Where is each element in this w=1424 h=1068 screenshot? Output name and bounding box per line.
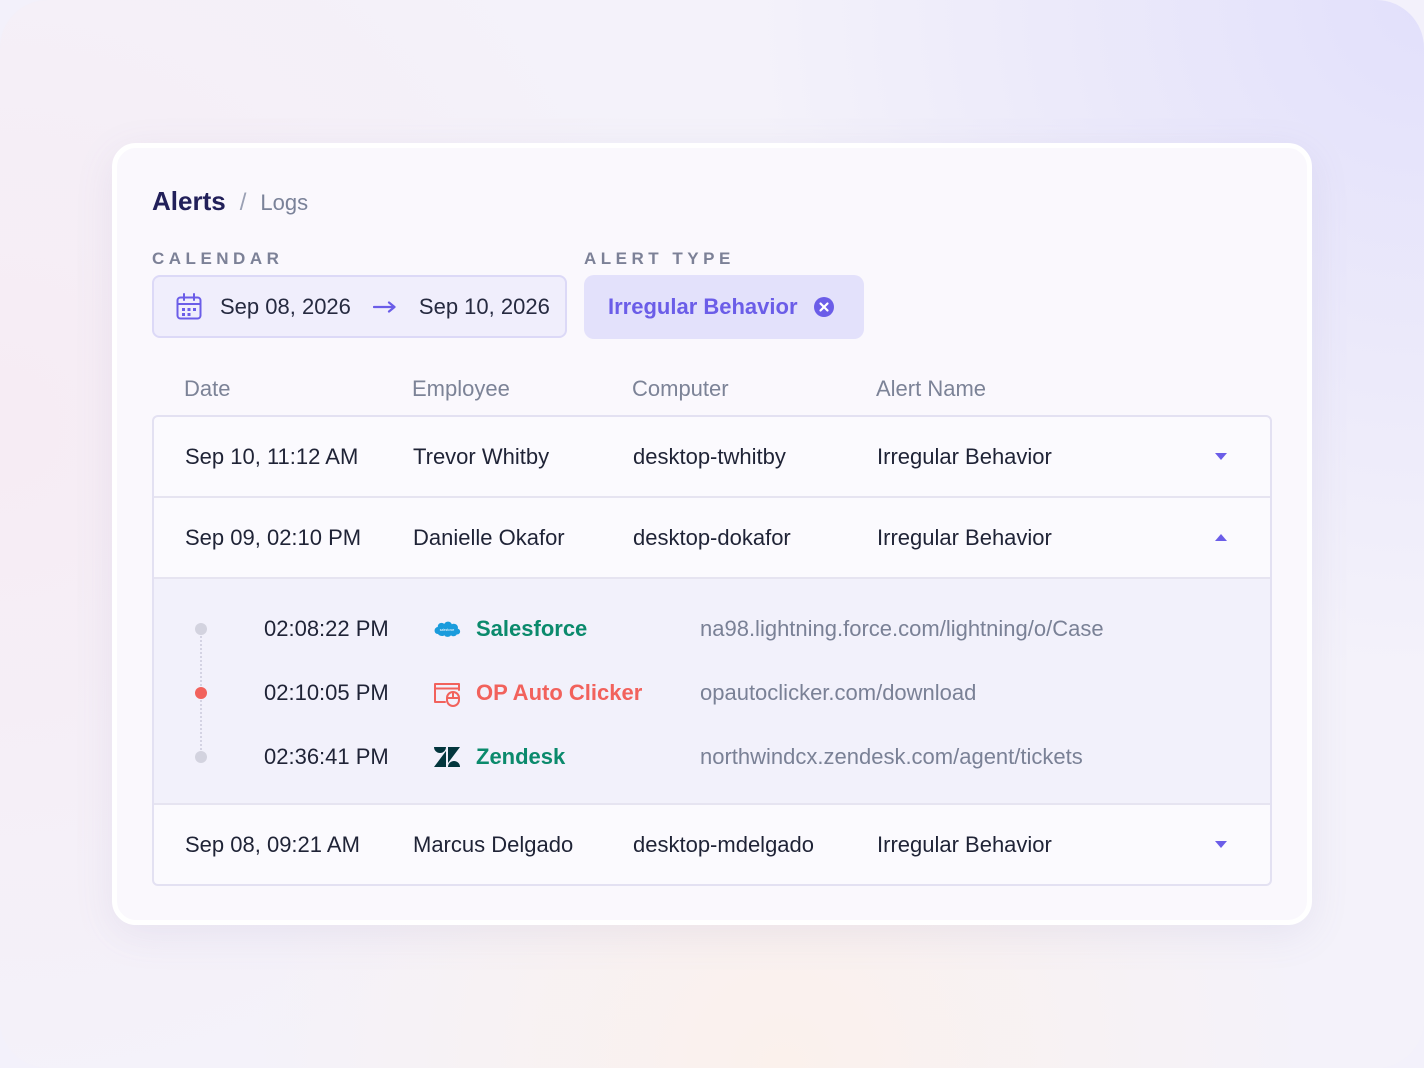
breadcrumb-logs: Logs [260,190,309,215]
chevron-up-icon[interactable] [1214,533,1228,542]
breadcrumb: Alerts / Logs [152,186,308,217]
zendesk-icon [434,747,460,767]
alerts-table: Sep 10, 11:12 AM Trevor Whitby desktop-t… [152,415,1272,886]
column-header-computer[interactable]: Computer [632,376,729,402]
column-header-employee[interactable]: Employee [412,376,510,402]
activity-url[interactable]: na98.lightning.force.com/lightning/o/Cas… [700,612,1104,646]
breadcrumb-alerts[interactable]: Alerts [152,186,226,217]
table-row[interactable]: Sep 10, 11:12 AM Trevor Whitby desktop-t… [154,417,1270,498]
row-alert-name: Irregular Behavior [877,832,1052,857]
chevron-down-icon[interactable] [1214,840,1228,849]
auto-clicker-icon [434,683,460,707]
salesforce-icon: salesforce [434,621,461,637]
row-date: Sep 09, 02:10 PM [185,525,362,550]
timeline-dot [195,687,207,699]
alerts-logs-card: Alerts / Logs CALENDAR ALERT TYPE Sep 08… [112,143,1312,925]
activity-app: OP Auto Clicker [476,680,643,705]
row-details-panel: 02:08:22 PM salesforce Salesforce na98.l… [154,579,1270,805]
row-computer: desktop-mdelgado [633,832,815,857]
date-from[interactable]: Sep 08, 2026 [220,294,351,320]
svg-text:salesforce: salesforce [440,628,455,632]
background: Alerts / Logs CALENDAR ALERT TYPE Sep 08… [0,0,1424,1068]
row-date: Sep 10, 11:12 AM [185,444,359,469]
row-computer: desktop-twhitby [633,444,786,469]
column-header-date[interactable]: Date [184,376,230,402]
breadcrumb-separator: / [239,189,247,216]
alert-type-chip[interactable]: Irregular Behavior [584,275,864,339]
activity-time: 02:10:05 PM [264,680,389,705]
activity-app: Salesforce [476,616,588,641]
row-employee: Trevor Whitby [413,444,550,469]
calendar-icon [176,292,202,319]
row-alert-name: Irregular Behavior [877,444,1052,469]
activity-time: 02:36:41 PM [264,744,389,769]
row-date: Sep 08, 09:21 AM [185,832,360,857]
activity-item: 02:08:22 PM salesforce Salesforce na98.l… [154,612,1270,646]
row-computer: desktop-dokafor [633,525,791,550]
date-range-picker[interactable]: Sep 08, 2026 Sep 10, 2026 [152,275,567,338]
activity-time: 02:08:22 PM [264,616,389,641]
row-employee: Marcus Delgado [413,832,574,857]
arrow-right-icon [372,300,396,313]
activity-app: Zendesk [476,744,566,769]
timeline-dot [195,751,207,763]
clear-icon[interactable] [813,297,834,317]
row-alert-name: Irregular Behavior [877,525,1052,550]
calendar-label: CALENDAR [152,249,284,268]
activity-url[interactable]: opautoclicker.com/download [700,676,976,710]
row-employee: Danielle Okafor [413,525,565,550]
alert-type-label: ALERT TYPE [584,249,735,268]
table-row[interactable]: Sep 08, 09:21 AM Marcus Delgado desktop-… [154,805,1270,884]
date-to[interactable]: Sep 10, 2026 [419,294,550,320]
timeline-dot [195,623,207,635]
activity-item: 02:10:05 PM OP Auto Clicker opautoclicke… [154,676,1270,710]
activity-item: 02:36:41 PM Zendesk northwindcx.zendesk.… [154,740,1270,774]
column-header-alert-name[interactable]: Alert Name [876,376,986,402]
activity-url[interactable]: northwindcx.zendesk.com/agent/tickets [700,740,1083,774]
alert-type-value: Irregular Behavior [608,294,798,319]
table-row[interactable]: Sep 09, 02:10 PM Danielle Okafor desktop… [154,498,1270,579]
chevron-down-icon[interactable] [1214,452,1228,461]
